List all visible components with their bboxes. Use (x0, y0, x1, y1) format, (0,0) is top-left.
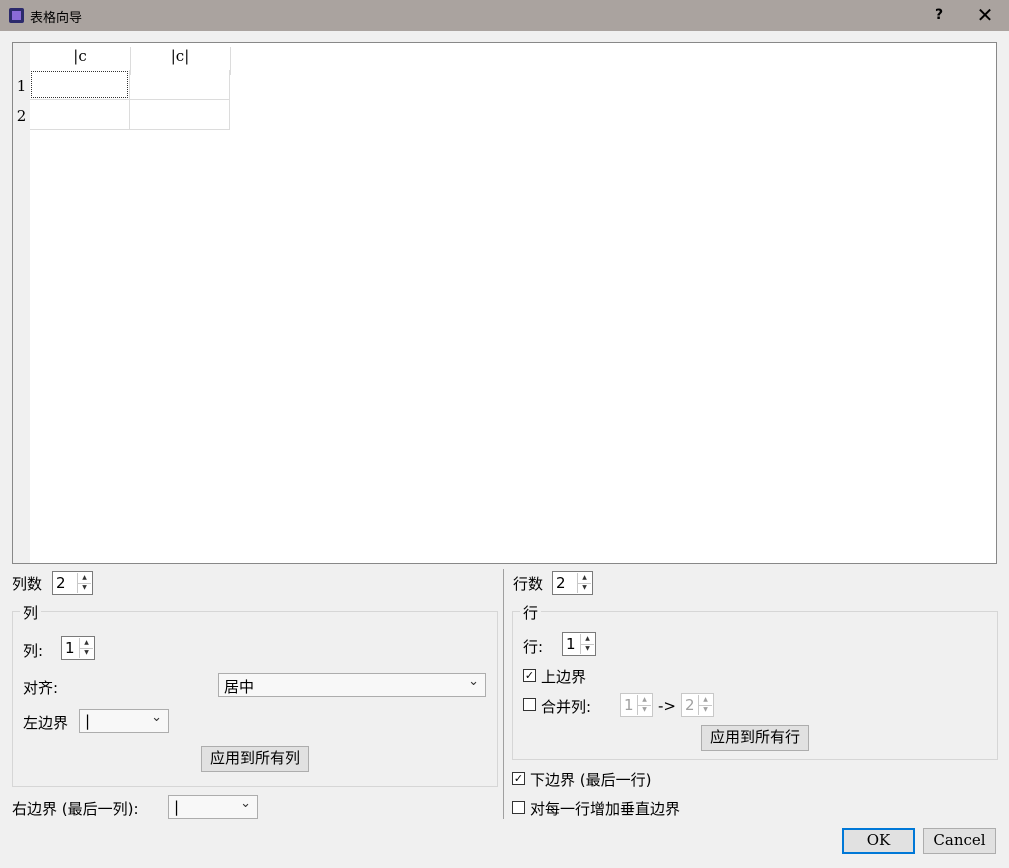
check-icon: ✓ (524, 669, 535, 682)
align-value: 居中 (224, 678, 255, 696)
row-count-value: 2 (556, 574, 566, 592)
spin-down-icon[interactable]: ▼ (578, 583, 591, 593)
app-icon (9, 8, 24, 23)
column-index-value: 1 (65, 639, 75, 657)
chevron-down-icon: ⌄ (240, 796, 251, 811)
row-index-spinner[interactable]: 1 ▲ ▼ (562, 632, 596, 656)
row-index-value: 1 (566, 635, 576, 653)
apply-all-rows-button[interactable]: 应用到所有行 (701, 725, 809, 751)
merge-to-spinner[interactable]: 2 ▲ ▼ (681, 693, 714, 717)
window-title: 表格向导 (30, 11, 83, 26)
right-border-select[interactable]: | ⌄ (168, 795, 258, 819)
column-index-spinner[interactable]: 1 ▲ ▼ (61, 636, 95, 660)
align-select[interactable]: 居中 ⌄ (218, 673, 486, 697)
merge-to-value: 2 (685, 696, 695, 714)
spin-down-icon[interactable]: ▼ (638, 705, 651, 715)
left-border-value: | (85, 712, 91, 730)
apply-all-columns-button[interactable]: 应用到所有列 (201, 746, 309, 772)
panel-divider (503, 569, 504, 819)
row-count-spinner[interactable]: 2 ▲ ▼ (552, 571, 593, 595)
spin-down-icon[interactable]: ▼ (80, 648, 93, 658)
table-cell[interactable] (30, 100, 130, 130)
spin-down-icon[interactable]: ▼ (581, 644, 594, 654)
spin-down-icon[interactable]: ▼ (699, 705, 712, 715)
table-cell[interactable] (30, 70, 130, 100)
merge-arrow: -> (658, 697, 676, 715)
right-border-value: | (174, 798, 180, 816)
row-group-title: 行 (520, 602, 542, 623)
merge-from-spinner[interactable]: 1 ▲ ▼ (620, 693, 653, 717)
table-grid[interactable]: |c |c| 1 2 (12, 42, 997, 564)
merge-from-value: 1 (624, 696, 634, 714)
left-border-label: 左边界 (23, 714, 69, 732)
column-label: 列: (23, 642, 44, 660)
column-count-label: 列数 (12, 575, 43, 593)
row-count-label: 行数 (513, 575, 544, 593)
close-button[interactable]: ✕ (962, 0, 1008, 31)
right-border-label: 右边界 (最后一列): (12, 800, 139, 818)
vertical-border-checkbox[interactable] (512, 801, 525, 814)
title-bar (0, 0, 1009, 31)
row-number[interactable]: 1 (13, 77, 30, 95)
spin-down-icon[interactable]: ▼ (78, 583, 91, 593)
column-count-value: 2 (56, 574, 66, 592)
row-label: 行: (523, 638, 544, 656)
align-label: 对齐: (23, 679, 59, 697)
merge-columns-checkbox[interactable] (523, 698, 536, 711)
help-button[interactable]: ? (916, 0, 962, 31)
chevron-down-icon: ⌄ (151, 710, 162, 725)
ok-button[interactable]: OK (842, 828, 915, 854)
column-group-title: 列 (20, 602, 42, 623)
top-border-label: 上边界 (541, 668, 587, 686)
bottom-border-checkbox[interactable]: ✓ (512, 772, 525, 785)
left-border-select[interactable]: | ⌄ (79, 709, 169, 733)
chevron-down-icon: ⌄ (468, 674, 479, 689)
row-number[interactable]: 2 (13, 107, 30, 125)
merge-columns-label: 合并列: (541, 698, 592, 716)
top-border-checkbox[interactable]: ✓ (523, 669, 536, 682)
bottom-border-label: 下边界 (最后一行) (530, 771, 652, 789)
close-icon: ✕ (976, 3, 994, 27)
vertical-border-label: 对每一行增加垂直边界 (530, 800, 681, 818)
cancel-button[interactable]: Cancel (923, 828, 996, 854)
column-count-spinner[interactable]: 2 ▲ ▼ (52, 571, 93, 595)
table-cell[interactable] (130, 70, 230, 100)
check-icon: ✓ (513, 772, 524, 785)
table-cell[interactable] (130, 100, 230, 130)
